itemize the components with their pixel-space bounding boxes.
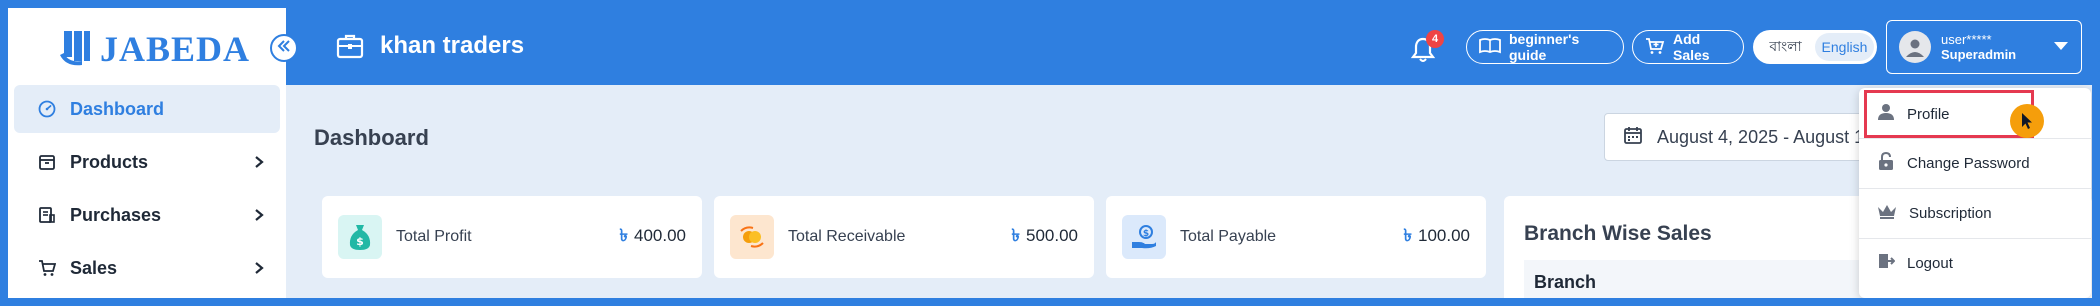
menu-item-logout[interactable]: Logout	[1859, 239, 2091, 287]
receipt-icon	[38, 206, 56, 224]
beginners-guide-button[interactable]: beginner's guide	[1466, 30, 1624, 64]
menu-item-label: Change Password	[1907, 154, 2030, 172]
sidebar-collapse-button[interactable]	[270, 34, 298, 62]
lock-icon	[1877, 151, 1895, 175]
chevron-right-icon	[252, 155, 266, 169]
add-sales-button[interactable]: Add Sales	[1632, 30, 1744, 64]
lang-option-english[interactable]: English	[1815, 33, 1874, 61]
sidebar-item-purchases[interactable]: Purchases	[14, 191, 280, 239]
card-value: ৳ 500.00	[1011, 226, 1078, 245]
money-bag-icon: $	[338, 215, 382, 259]
card-label: Total Receivable	[788, 228, 906, 245]
total-payable-card: $ Total Payable ৳ 100.00	[1106, 196, 1486, 278]
card-value: ৳ 400.00	[619, 226, 686, 245]
logo-mark-icon	[60, 31, 94, 67]
user-name: user*****	[1941, 32, 1992, 47]
sidebar-item-products[interactable]: Products	[14, 138, 280, 186]
sidebar-item-dashboard[interactable]: Dashboard	[14, 85, 280, 133]
sidebar-nav: Dashboard Products Purchases Sales	[14, 85, 280, 297]
book-icon	[1479, 37, 1501, 57]
sidebar: JABEDA Dashboard Products Purchases Sale…	[8, 8, 286, 298]
mouse-cursor-icon	[2010, 104, 2044, 138]
gauge-icon	[38, 100, 56, 118]
page-title: Dashboard	[314, 125, 429, 150]
menu-item-change-password[interactable]: Change Password	[1859, 139, 2091, 187]
user-menu-button[interactable]: user***** Superadmin	[1886, 20, 2082, 74]
exchange-icon	[730, 215, 774, 259]
user-role: Superadmin	[1941, 47, 2017, 62]
calendar-icon	[1623, 125, 1643, 150]
logo-text: JABEDA	[100, 29, 251, 69]
top-bar: khan traders 4 beginner's guide Add Sale…	[286, 8, 2092, 85]
company-name: khan traders	[380, 32, 525, 59]
chevron-right-icon	[252, 208, 266, 222]
profile-highlight-box	[1864, 90, 2034, 138]
sidebar-item-label: Sales	[70, 257, 118, 278]
sidebar-item-label: Products	[70, 151, 149, 172]
card-value: ৳ 100.00	[1403, 226, 1470, 245]
caret-down-icon	[2053, 38, 2069, 56]
hand-coin-icon: $	[1122, 215, 1166, 259]
add-sales-label: Add Sales	[1673, 31, 1710, 63]
sidebar-item-sales[interactable]: Sales	[14, 244, 280, 292]
avatar	[1899, 31, 1931, 63]
svg-text:$: $	[1143, 229, 1149, 239]
card-label: Total Payable	[1180, 228, 1277, 245]
app-window: JABEDA Dashboard Products Purchases Sale…	[8, 8, 2092, 298]
briefcase-icon	[336, 33, 364, 64]
lang-option-bangla[interactable]: বাংলা	[1756, 35, 1815, 59]
user-info: user***** Superadmin	[1941, 32, 2043, 62]
crown-icon	[1877, 203, 1897, 223]
menu-item-label: Subscription	[1909, 204, 1992, 222]
main-content: Dashboard August 4, 2025 - August 1 $ To…	[286, 85, 2092, 298]
sidebar-item-label: Dashboard	[70, 98, 165, 119]
branch-sales-title: Branch Wise Sales	[1524, 222, 1712, 245]
sidebar-item-label: Purchases	[70, 204, 162, 225]
guide-label: beginner's guide	[1509, 31, 1580, 63]
cart-plus-icon	[1645, 37, 1665, 58]
logout-icon	[1877, 252, 1896, 274]
svg-text:$: $	[356, 235, 364, 248]
language-toggle[interactable]: বাংলা English	[1753, 30, 1877, 64]
logo[interactable]: JABEDA	[60, 26, 250, 72]
notification-badge: 4	[1426, 30, 1444, 48]
box-icon	[38, 153, 56, 171]
total-profit-card: $ Total Profit ৳ 400.00	[322, 196, 702, 278]
double-chevron-left-icon	[276, 39, 292, 58]
cart-icon	[38, 259, 56, 277]
menu-item-label: Logout	[1907, 254, 1953, 272]
chevron-right-icon	[252, 261, 266, 275]
menu-item-subscription[interactable]: Subscription	[1859, 189, 2091, 237]
total-receivable-card: Total Receivable ৳ 500.00	[714, 196, 1094, 278]
card-label: Total Profit	[396, 228, 472, 245]
date-range-text: August 4, 2025 - August 1	[1657, 126, 1865, 147]
